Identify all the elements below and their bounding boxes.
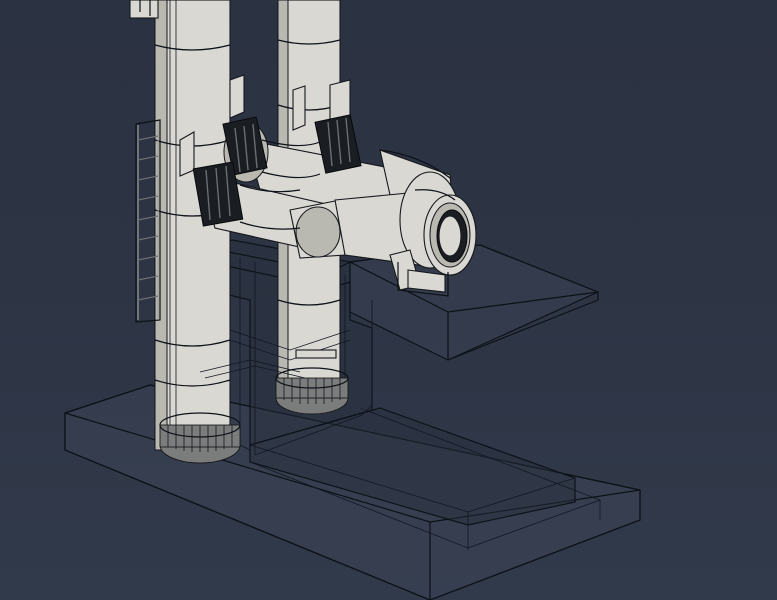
3d-model-viewport[interactable] <box>0 0 777 600</box>
transparent-concrete-foundation[interactable] <box>64 384 641 600</box>
cad-scene[interactable] <box>0 0 777 600</box>
transparent-outlet-pad[interactable] <box>349 244 600 361</box>
